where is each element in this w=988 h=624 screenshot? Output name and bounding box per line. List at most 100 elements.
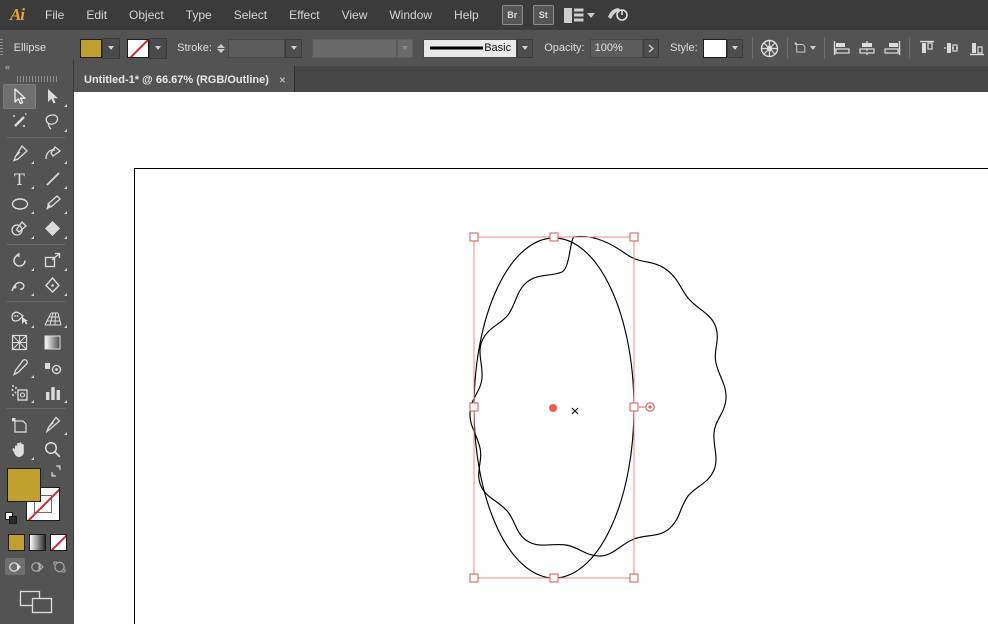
- lasso-tool[interactable]: [36, 109, 69, 134]
- paintbrush-tool[interactable]: [36, 191, 69, 216]
- hand-tool[interactable]: [3, 437, 36, 462]
- fill-dropdown-button[interactable]: [102, 37, 121, 59]
- symbol-sprayer-tool[interactable]: [3, 380, 36, 405]
- rotate-tool[interactable]: [3, 248, 36, 273]
- align-left-button[interactable]: [831, 37, 853, 59]
- default-fill-stroke-button[interactable]: [5, 512, 18, 525]
- stroke-weight-stepper[interactable]: [216, 39, 226, 58]
- opacity-options-button[interactable]: [642, 38, 660, 58]
- stock-button[interactable]: St: [532, 5, 554, 25]
- width-profile-input[interactable]: [311, 38, 398, 58]
- recolor-artwork-button[interactable]: [759, 37, 780, 59]
- magic-wand-tool[interactable]: [3, 109, 36, 134]
- handle-middle-left[interactable]: [469, 402, 479, 412]
- align-bottom-button[interactable]: [966, 37, 988, 59]
- ellipse-tool[interactable]: [3, 191, 36, 216]
- menu-file[interactable]: File: [34, 0, 75, 30]
- menu-view[interactable]: View: [331, 0, 379, 30]
- eraser-tool[interactable]: [36, 216, 69, 241]
- align-top-button[interactable]: [916, 37, 938, 59]
- blend-tool[interactable]: [36, 355, 69, 380]
- handle-top-right[interactable]: [629, 232, 639, 242]
- bridge-button[interactable]: Br: [501, 5, 523, 25]
- tool-group-indicator: [64, 186, 67, 189]
- change-screen-mode-button[interactable]: [0, 589, 73, 615]
- column-graph-tool[interactable]: [36, 380, 69, 405]
- menu-select[interactable]: Select: [223, 0, 278, 30]
- center-anchor-point[interactable]: [549, 404, 557, 412]
- graphic-style-swatch[interactable]: [702, 38, 728, 58]
- fill-control[interactable]: [80, 37, 121, 59]
- handle-bottom-right[interactable]: [629, 573, 639, 583]
- stepper-down-icon[interactable]: [217, 48, 226, 53]
- menu-object[interactable]: Object: [118, 0, 175, 30]
- stroke-dropdown-button[interactable]: [149, 37, 168, 59]
- width-tool[interactable]: [3, 273, 36, 298]
- draw-normal-button[interactable]: [5, 558, 25, 575]
- opacity-input[interactable]: 100%: [589, 38, 643, 58]
- handle-bottom-left[interactable]: [469, 573, 479, 583]
- mesh-tool[interactable]: [3, 330, 36, 355]
- stepper-up-icon[interactable]: [217, 43, 226, 48]
- zoom-tool[interactable]: [36, 437, 69, 462]
- handle-top-center[interactable]: [549, 232, 559, 242]
- width-profile-dropdown-button[interactable]: [397, 38, 414, 58]
- handle-middle-right[interactable]: [629, 402, 639, 412]
- pen-nib-icon: [12, 145, 28, 162]
- width-point-marker[interactable]: [639, 402, 655, 412]
- direct-selection-tool[interactable]: [36, 84, 69, 109]
- menu-help[interactable]: Help: [443, 0, 490, 30]
- line-segment-tool[interactable]: [36, 166, 69, 191]
- free-transform-tool[interactable]: [36, 273, 69, 298]
- fill-swatch[interactable]: [80, 38, 103, 58]
- opacity-label: Opacity:: [544, 42, 585, 54]
- handle-bottom-center[interactable]: [549, 573, 559, 583]
- stroke-weight-dropdown-button[interactable]: [285, 38, 302, 58]
- draw-behind-button[interactable]: [27, 558, 47, 575]
- document-tab[interactable]: Untitled-1* @ 66.67% (RGB/Outline) ×: [74, 65, 295, 92]
- arrange-documents-button[interactable]: [563, 7, 595, 23]
- artboard-tool[interactable]: [3, 412, 36, 437]
- fill-indicator-swatch[interactable]: [7, 468, 41, 502]
- stroke-swatch[interactable]: [127, 38, 150, 58]
- fill-stroke-widget: [5, 465, 71, 530]
- type-tool[interactable]: T: [3, 166, 36, 191]
- handle-top-left[interactable]: [469, 232, 479, 242]
- menu-effect[interactable]: Effect: [278, 0, 330, 30]
- color-button[interactable]: [8, 534, 25, 551]
- stroke-weight-label: Stroke:: [177, 42, 212, 54]
- menu-edit[interactable]: Edit: [75, 0, 118, 30]
- tools-panel-collapse-button[interactable]: «: [0, 60, 73, 74]
- gradient-tool[interactable]: [36, 330, 69, 355]
- pen-tool[interactable]: [3, 141, 36, 166]
- selection-tool[interactable]: [3, 84, 36, 109]
- wobbly-circle-path[interactable]: [469, 235, 727, 557]
- shaper-tool[interactable]: [3, 216, 36, 241]
- menu-type[interactable]: Type: [175, 0, 223, 30]
- canvas-area[interactable]: [74, 92, 988, 624]
- menu-window[interactable]: Window: [378, 0, 443, 30]
- eyedropper-tool[interactable]: [3, 355, 36, 380]
- tools-panel-grip[interactable]: [0, 74, 73, 84]
- brush-definition-input[interactable]: Basic: [423, 38, 518, 58]
- perspective-grid-tool[interactable]: [36, 305, 69, 330]
- transform-shape-button[interactable]: [794, 37, 817, 59]
- brush-definition-dropdown-button[interactable]: [517, 38, 534, 58]
- draw-inside-button[interactable]: [49, 558, 69, 575]
- stroke-weight-input[interactable]: [228, 38, 286, 58]
- align-right-button[interactable]: [881, 37, 903, 59]
- graphic-style-dropdown-button[interactable]: [727, 38, 744, 58]
- close-icon[interactable]: ×: [279, 74, 286, 86]
- slice-tool[interactable]: [36, 412, 69, 437]
- stroke-control[interactable]: [127, 37, 168, 59]
- scale-tool[interactable]: [36, 248, 69, 273]
- swap-fill-stroke-button[interactable]: [49, 464, 63, 478]
- align-horizontal-center-button[interactable]: [856, 37, 878, 59]
- control-bar-grip[interactable]: [0, 37, 6, 59]
- align-vertical-center-button[interactable]: [941, 37, 963, 59]
- workspace-switcher-button[interactable]: [605, 4, 629, 27]
- gradient-button[interactable]: [29, 534, 46, 551]
- shape-builder-tool[interactable]: [3, 305, 36, 330]
- none-button[interactable]: [50, 534, 67, 551]
- curvature-tool[interactable]: [36, 141, 69, 166]
